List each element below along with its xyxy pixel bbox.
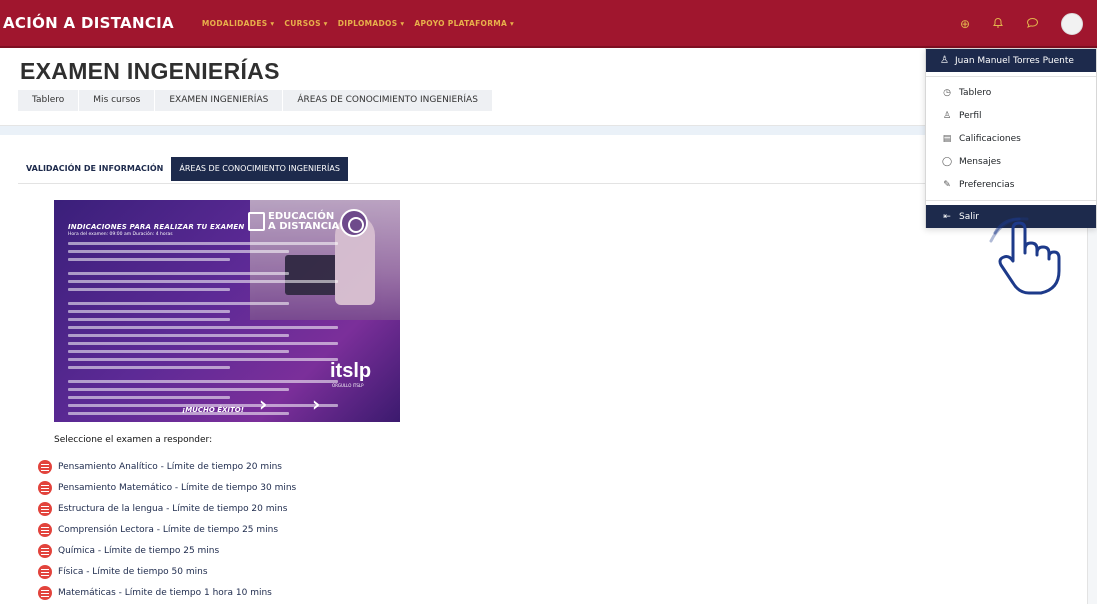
logout-icon: ⇤	[943, 211, 951, 222]
menu-item-preferencias[interactable]: ✎ Preferencias	[926, 173, 1096, 196]
menu-item-mensajes[interactable]: ◯ Mensajes	[926, 150, 1096, 173]
banner-heading: INDICACIONES PARA REALIZAR TU EXAMEN	[68, 223, 245, 231]
quiz-icon	[38, 585, 52, 600]
tab-validacion-informacion[interactable]: VALIDACIÓN DE INFORMACIÓN	[18, 157, 171, 181]
exam-link-fisica[interactable]: Física - Límite de tiempo 50 mins	[58, 567, 208, 577]
menu-cursos[interactable]: CURSOS ▾	[284, 19, 327, 28]
dashboard-icon: ◷	[943, 87, 951, 98]
breadcrumb-areas-conocimiento[interactable]: ÁREAS DE CONOCIMIENTO INGENIERÍAS	[282, 90, 492, 111]
menu-apoyo-plataforma[interactable]: APOYO PLATAFORMA ▾	[414, 19, 514, 28]
exam-link-pensamiento-matematico[interactable]: Pensamiento Matemático - Límite de tiemp…	[58, 483, 296, 493]
menu-divider	[926, 76, 1096, 77]
quiz-icon	[38, 543, 52, 558]
course-content: VALIDACIÓN DE INFORMACIÓN ÁREAS DE CONOC…	[0, 135, 1087, 604]
quiz-icon	[38, 564, 52, 579]
instructions-text-block	[68, 242, 338, 420]
banner-cheer-text: ¡MUCHO ÉXITO!	[182, 406, 244, 414]
exam-item[interactable]: Pensamiento Analítico - Límite de tiempo…	[38, 456, 296, 477]
breadcrumb-tablero[interactable]: Tablero	[18, 90, 78, 111]
exam-instructions-banner: INDICACIONES PARA REALIZAR TU EXAMEN Hor…	[54, 200, 400, 422]
menu-item-label: Perfil	[959, 110, 982, 121]
menu-item-calificaciones[interactable]: ▤ Calificaciones	[926, 127, 1096, 150]
banner-brand-line2: A DISTANCIA	[268, 221, 340, 232]
menu-item-label: Tablero	[959, 87, 992, 98]
chevron-right-icon: ›	[259, 392, 268, 416]
quiz-icon	[38, 480, 52, 495]
exam-link-estructura-lengua[interactable]: Estructura de la lengua - Límite de tiem…	[58, 504, 287, 514]
breadcrumb-mis-cursos[interactable]: Mis cursos	[78, 90, 154, 111]
exam-link-matematicas[interactable]: Matemáticas - Límite de tiempo 1 hora 10…	[58, 588, 272, 598]
exam-link-comprension-lectora[interactable]: Comprensión Lectora - Límite de tiempo 2…	[58, 525, 278, 535]
quiz-icon	[38, 501, 52, 516]
exam-item[interactable]: Física - Límite de tiempo 50 mins	[38, 561, 296, 582]
banner-brand: EDUCACIÓN A DISTANCIA	[268, 212, 339, 232]
menu-item-perfil[interactable]: ♙ Perfil	[926, 104, 1096, 127]
notifications-bell-icon[interactable]	[992, 17, 1004, 32]
quiz-icon	[38, 522, 52, 537]
banner-subheading: Hora del examen: 09:00 am Duración: 4 ho…	[68, 232, 173, 237]
grades-table-icon: ▤	[942, 133, 952, 144]
breadcrumb: Tablero Mis cursos EXAMEN INGENIERÍAS ÁR…	[18, 90, 492, 111]
page-title: EXAMEN INGENIERÍAS	[20, 58, 280, 84]
menu-diplomados[interactable]: DIPLOMADOS ▾	[338, 19, 405, 28]
chevron-right-icon: ›	[312, 392, 321, 416]
exam-item[interactable]: Comprensión Lectora - Límite de tiempo 2…	[38, 519, 296, 540]
itslp-logo-tagline: ORGULLO ITSLP	[332, 383, 364, 388]
menu-item-label: Mensajes	[959, 156, 1001, 167]
exam-item[interactable]: Pensamiento Matemático - Límite de tiemp…	[38, 477, 296, 498]
tabs-underline	[18, 183, 1078, 184]
quiz-icon	[38, 459, 52, 474]
itslp-logo: itslp	[330, 360, 372, 382]
menu-item-label: Preferencias	[959, 179, 1015, 190]
exam-item[interactable]: Química - Límite de tiempo 25 mins	[38, 540, 296, 561]
breadcrumb-examen-ingenierias[interactable]: EXAMEN INGENIERÍAS	[154, 90, 282, 111]
select-exam-prompt: Seleccione el examen a responder:	[54, 435, 213, 445]
exam-item[interactable]: Matemáticas - Límite de tiempo 1 hora 10…	[38, 582, 296, 603]
language-globe-icon[interactable]: ⊕	[960, 17, 970, 31]
exam-item[interactable]: Estructura de la lengua - Límite de tiem…	[38, 498, 296, 519]
education-laptop-icon	[248, 212, 265, 231]
menu-item-label: Calificaciones	[959, 133, 1021, 144]
profile-icon: ♙	[942, 110, 952, 121]
exam-list: Pensamiento Analítico - Límite de tiempo…	[38, 456, 296, 603]
section-tabs: VALIDACIÓN DE INFORMACIÓN ÁREAS DE CONOC…	[18, 157, 348, 181]
site-brand[interactable]: ACIÓN A DISTANCIA	[3, 14, 174, 32]
message-bubble-icon: ◯	[941, 156, 953, 167]
user-name: Juan Manuel Torres Puente	[954, 55, 1074, 66]
page-header: EXAMEN INGENIERÍAS Tablero Mis cursos EX…	[0, 48, 1087, 126]
pointing-hand-icon	[989, 217, 1061, 295]
menu-item-label: Salir	[959, 211, 979, 222]
exam-link-quimica[interactable]: Química - Límite de tiempo 25 mins	[58, 546, 219, 556]
user-menu-header[interactable]: ♙ Juan Manuel Torres Puente	[926, 49, 1096, 72]
main-menu: MODALIDADES ▾ CURSOS ▾ DIPLOMADOS ▾ APOY…	[202, 19, 514, 28]
wrench-icon: ✎	[943, 179, 951, 190]
messages-chat-icon[interactable]	[1026, 17, 1039, 32]
institution-seal-icon	[340, 209, 368, 237]
menu-divider	[926, 200, 1096, 201]
top-navbar: ACIÓN A DISTANCIA MODALIDADES ▾ CURSOS ▾…	[0, 0, 1097, 48]
menu-item-tablero[interactable]: ◷ Tablero	[926, 81, 1096, 104]
menu-modalidades[interactable]: MODALIDADES ▾	[202, 19, 275, 28]
user-avatar[interactable]	[1061, 13, 1083, 35]
user-icon: ♙	[940, 55, 949, 66]
exam-link-pensamiento-analitico[interactable]: Pensamiento Analítico - Límite de tiempo…	[58, 462, 282, 472]
user-menu-dropdown: ♙ Juan Manuel Torres Puente ◷ Tablero ♙ …	[925, 48, 1097, 228]
header-divider-band	[0, 126, 1087, 135]
navbar-actions: ⊕	[960, 0, 1083, 48]
tab-areas-conocimiento[interactable]: ÁREAS DE CONOCIMIENTO INGENIERÍAS	[171, 157, 348, 181]
